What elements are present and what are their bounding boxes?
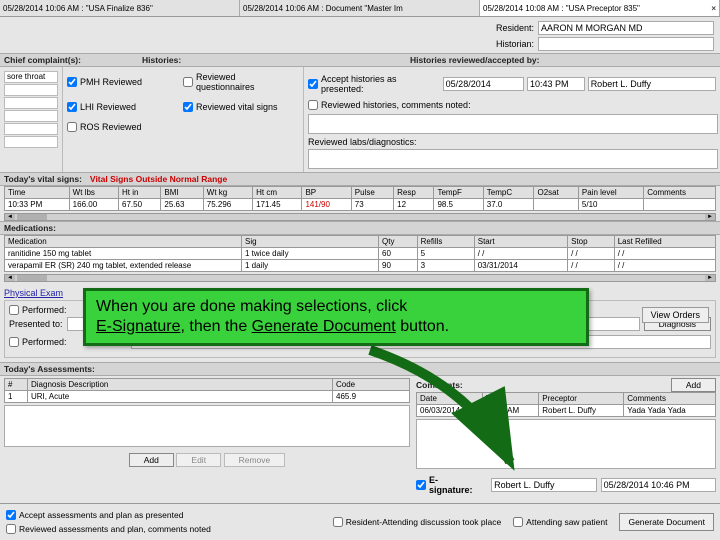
cc-line[interactable]	[4, 97, 58, 109]
section-histories: Histories:	[138, 53, 406, 67]
section-chief: Chief complaint(s):	[0, 53, 138, 67]
chk-lhi[interactable]: LHI Reviewed	[67, 102, 177, 112]
vh: Ht in	[119, 187, 161, 199]
tab-2[interactable]: 05/28/2014 10:08 AM : "USA Preceptor 835…	[480, 0, 720, 16]
reviewed-labs-text[interactable]	[308, 149, 718, 169]
cc-line[interactable]	[4, 136, 58, 148]
chk-ros[interactable]: ROS Reviewed	[67, 122, 177, 132]
vh: Pulse	[351, 187, 393, 199]
tab-0[interactable]: 05/28/2014 10:06 AM : "USA Finalize 836"	[0, 0, 240, 16]
section-vitals: Today's vital signs:	[4, 174, 82, 184]
vitals-warn: Vital Signs Outside Normal Range	[90, 174, 227, 184]
comments-row[interactable]: 06/03/2014 11:57 AM Robert L. Duffy Yada…	[417, 405, 716, 417]
scroll-thumb[interactable]	[17, 214, 47, 220]
vh: Wt kg	[203, 187, 252, 199]
presented-label: Presented to:	[9, 319, 63, 329]
remove-button[interactable]: Remove	[224, 453, 286, 467]
meds-row[interactable]: ranitidine 150 mg tablet 1 twice daily 6…	[5, 248, 716, 260]
comments-table: Date Time Preceptor Comments 06/03/2014 …	[416, 392, 716, 417]
section-comments: Comments:	[416, 380, 671, 390]
vh: Resp	[394, 187, 434, 199]
meds-row[interactable]: verapamil ER (SR) 240 mg tablet, extende…	[5, 260, 716, 272]
document-tabs: 05/28/2014 10:06 AM : "USA Finalize 836"…	[0, 0, 720, 17]
accept-date[interactable]: 05/28/2014	[443, 77, 524, 91]
accept-by[interactable]: Robert L. Duffy	[588, 77, 716, 91]
assess-row[interactable]: 1 URI, Acute 465.9	[5, 391, 410, 403]
section-assess: Today's Assessments:	[0, 362, 720, 376]
assess-blank	[4, 405, 410, 447]
vh: O2sat	[534, 187, 578, 199]
tutorial-callout: When you are done making selections, cli…	[83, 288, 589, 346]
assess-table: # Diagnosis Description Code 1 URI, Acut…	[4, 378, 410, 403]
cc-line[interactable]: sore throat	[4, 71, 58, 83]
scroll-thumb[interactable]	[17, 275, 47, 281]
chk-accept-histories[interactable]: Accept histories as presented:	[308, 74, 434, 94]
resident-label: Resident:	[496, 23, 534, 33]
vh: Ht cm	[253, 187, 302, 199]
chk-questionnaires[interactable]: Reviewed questionnaires	[183, 72, 293, 92]
vitals-table: Time Wt lbs Ht in BMI Wt kg Ht cm BP Pul…	[4, 186, 716, 211]
vh: Comments	[644, 187, 716, 199]
comments-area[interactable]	[416, 419, 716, 469]
scroll-left-icon[interactable]: ◄	[5, 275, 15, 281]
chk-reviewed-assess[interactable]: Reviewed assessments and plan, comments …	[6, 524, 211, 534]
cc-line[interactable]	[4, 123, 58, 135]
edit-button[interactable]: Edit	[176, 453, 221, 467]
historian-value[interactable]	[538, 37, 714, 51]
historian-label: Historian:	[496, 39, 534, 49]
chk-pmh[interactable]: PMH Reviewed	[67, 77, 177, 87]
meds-table: Medication Sig Qty Refills Start Stop La…	[4, 235, 716, 272]
vh: TempF	[434, 187, 483, 199]
close-icon[interactable]: ×	[711, 4, 716, 13]
vh: Wt lbs	[69, 187, 118, 199]
chk-esignature[interactable]: E-signature:	[416, 475, 481, 495]
add-comment-button[interactable]: Add	[671, 378, 716, 392]
vitals-scroll[interactable]: ◄ ►	[4, 213, 716, 221]
vh: Pain level	[578, 187, 643, 199]
view-orders-button[interactable]: View Orders	[642, 307, 709, 323]
vitals-row[interactable]: 10:33 PM 166.00 67.50 25.63 75.296 171.4…	[5, 199, 716, 211]
scroll-left-icon[interactable]: ◄	[5, 214, 15, 220]
chief-complaint-list: sore throat	[4, 71, 58, 148]
scroll-right-icon[interactable]: ►	[705, 275, 715, 281]
chk-vital[interactable]: Reviewed vital signs	[183, 102, 293, 112]
accept-time[interactable]: 10:43 PM	[527, 77, 585, 91]
tab-1[interactable]: 05/28/2014 10:06 AM : Document "Master I…	[240, 0, 480, 16]
physical-exam-link[interactable]: Physical Exam	[4, 288, 63, 298]
chk-resident-attending[interactable]: Resident-Attending discussion took place	[333, 517, 501, 527]
vh: BP	[302, 187, 351, 199]
chk-attending-saw[interactable]: Attending saw patient	[513, 517, 607, 527]
add-button[interactable]: Add	[129, 453, 174, 467]
scroll-right-icon[interactable]: ►	[705, 214, 715, 220]
reviewed-histories-text[interactable]	[308, 114, 718, 134]
meds-scroll[interactable]: ◄ ►	[4, 274, 716, 282]
chk-accept-assess[interactable]: Accept assessments and plan as presented	[6, 510, 183, 520]
chk-reviewed-histories[interactable]: Reviewed histories, comments noted:	[308, 100, 471, 110]
vh: BMI	[161, 187, 203, 199]
resident-value[interactable]: AARON M MORGAN MD	[538, 21, 714, 35]
cc-line[interactable]	[4, 84, 58, 96]
cc-line[interactable]	[4, 110, 58, 122]
esig-name[interactable]: Robert L. Duffy	[491, 478, 596, 492]
vh: TempC	[483, 187, 534, 199]
generate-document-button[interactable]: Generate Document	[619, 513, 714, 531]
section-meds: Medications:	[0, 221, 720, 235]
vh: Time	[5, 187, 70, 199]
esig-date[interactable]: 05/28/2014 10:46 PM	[601, 478, 716, 492]
section-hist-reviewed: Histories reviewed/accepted by:	[406, 53, 720, 67]
reviewed-labs-label: Reviewed labs/diagnostics:	[308, 137, 417, 147]
